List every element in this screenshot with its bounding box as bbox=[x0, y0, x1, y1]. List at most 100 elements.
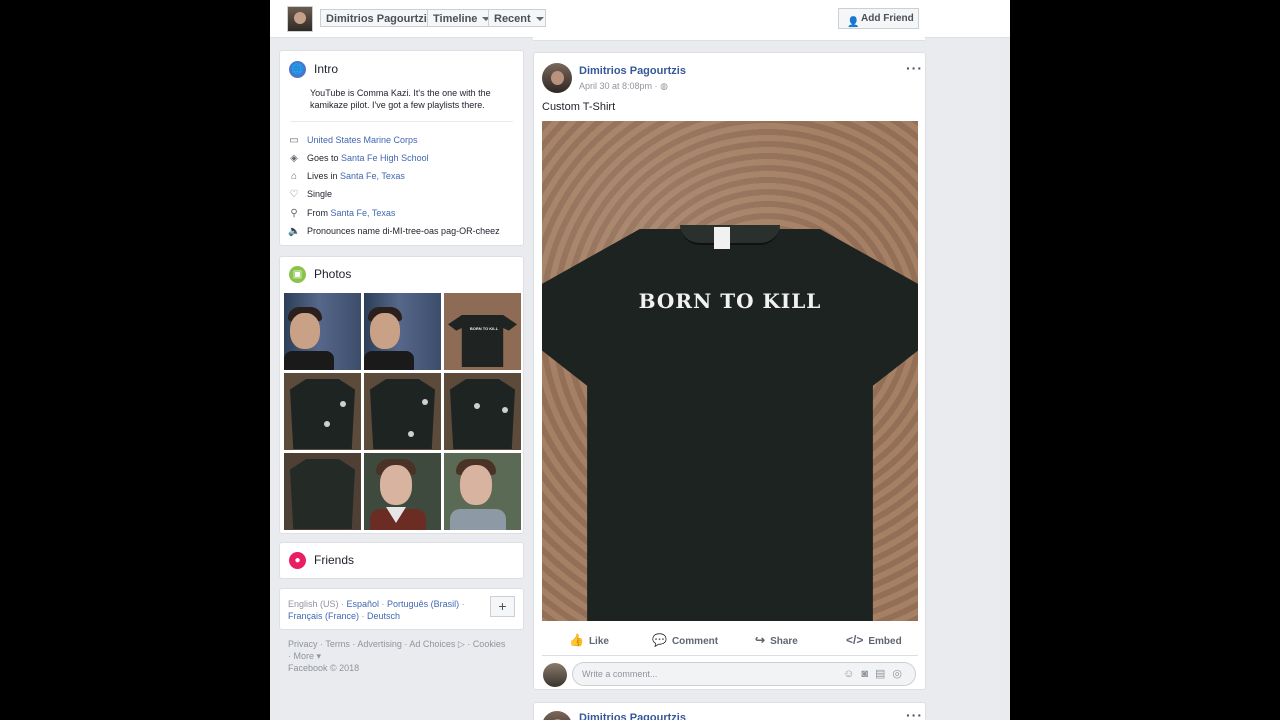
photo-thumbnail[interactable] bbox=[364, 373, 441, 450]
next-post: Dimitrios Pagourtzis ··· bbox=[533, 702, 926, 720]
heart-icon: ♡ bbox=[289, 189, 299, 200]
add-friend-icon: 👤 bbox=[847, 17, 860, 28]
intro-item-work: ▭ United States Marine Corps bbox=[288, 133, 418, 147]
share-label: Share bbox=[770, 636, 798, 647]
comment-composer: Write a comment... ☺◙▤◎ bbox=[542, 655, 918, 690]
code-icon: </> bbox=[846, 633, 864, 647]
intro-item-pronunciation: 🔈 Pronounces name di-MI-tree-oas pag-OR-c… bbox=[288, 226, 500, 237]
more-options-icon[interactable]: ··· bbox=[906, 60, 923, 76]
friends-card: ● Friends bbox=[279, 542, 524, 579]
divider bbox=[290, 121, 513, 122]
like-button[interactable]: 👍 Like bbox=[569, 633, 609, 647]
intro-card: 🌐 Intro YouTube is Comma Kazi. It's the … bbox=[279, 50, 524, 246]
intro-item-lives: ⌂ Lives in Santa Fe, Texas bbox=[288, 169, 405, 183]
post-author-avatar[interactable] bbox=[542, 63, 572, 93]
comment-label: Comment bbox=[671, 636, 719, 647]
photos-card: ▣ Photos BORN TO KILL bbox=[279, 256, 524, 534]
comment-input[interactable]: Write a comment... ☺◙▤◎ bbox=[572, 662, 916, 686]
camera-icon[interactable]: ◙ bbox=[861, 668, 875, 680]
like-label: Like bbox=[588, 636, 609, 647]
shirt-text: BORN TO KILL bbox=[638, 289, 822, 313]
facebook-profile-page: Dimitrios Pagourtzis Timeline Recent 👤 A… bbox=[270, 0, 1010, 720]
sticker-icon[interactable]: ◎ bbox=[892, 668, 909, 680]
photos-icon: ▣ bbox=[289, 266, 306, 283]
post-meta: April 30 at 8:08pm · ◍ bbox=[579, 81, 668, 92]
photo-thumbnail[interactable] bbox=[364, 453, 441, 530]
divider bbox=[533, 37, 925, 41]
comment-tools: ☺◙▤◎ bbox=[843, 663, 909, 685]
gif-icon[interactable]: ▤ bbox=[875, 668, 892, 680]
photo-thumbnail[interactable] bbox=[364, 293, 441, 370]
post-photo[interactable]: BORN TO KILL bbox=[542, 121, 918, 621]
post-author-name[interactable]: Dimitrios Pagourtzis bbox=[579, 65, 686, 77]
comment-button[interactable]: 💬 Comment bbox=[652, 633, 718, 647]
chevron-down-icon bbox=[535, 17, 544, 22]
share-button[interactable]: ↪ Share bbox=[755, 633, 798, 647]
recent-button[interactable]: Recent bbox=[488, 9, 546, 27]
photo-thumbnail[interactable] bbox=[284, 293, 361, 370]
intro-item-from: ⚲ From Santa Fe, Texas bbox=[288, 206, 395, 220]
friends-icon: ● bbox=[289, 552, 306, 569]
profile-header-bar: Dimitrios Pagourtzis Timeline Recent 👤 A… bbox=[270, 0, 1010, 38]
language-espanol[interactable]: Español bbox=[347, 599, 380, 609]
from-link[interactable]: Santa Fe, Texas bbox=[331, 208, 396, 218]
add-friend-label: Add Friend bbox=[861, 13, 914, 24]
briefcase-icon: ▭ bbox=[289, 135, 299, 146]
profile-name-button[interactable]: Dimitrios Pagourtzis bbox=[320, 9, 433, 27]
photo-thumbnail[interactable]: BORN TO KILL bbox=[444, 293, 521, 370]
languages-card: English (US) · Español · Português (Bras… bbox=[279, 588, 524, 630]
tshirt-image bbox=[542, 229, 918, 621]
language-deutsch[interactable]: Deutsch bbox=[367, 611, 400, 621]
footer-links-line1[interactable]: Privacy · Terms · Advertising · Ad Choic… bbox=[288, 638, 528, 650]
language-list: English (US) · Español · Português (Bras… bbox=[288, 599, 465, 621]
share-icon: ↪ bbox=[755, 633, 766, 647]
speaker-icon: 🔈 bbox=[288, 226, 301, 237]
intro-item-relationship: ♡ Single bbox=[289, 189, 333, 200]
thumbnail-shirt-text: BORN TO KILL bbox=[469, 326, 499, 331]
photo-thumbnail[interactable] bbox=[284, 373, 361, 450]
post-author-avatar[interactable] bbox=[542, 711, 572, 720]
intro-title: Intro bbox=[314, 62, 339, 76]
work-link[interactable]: United States Marine Corps bbox=[307, 135, 418, 145]
timeline-label: Timeline bbox=[433, 13, 478, 25]
add-language-button[interactable]: + bbox=[490, 596, 515, 617]
emoji-icon[interactable]: ☺ bbox=[843, 668, 861, 680]
post-date[interactable]: April 30 at 8:08pm · bbox=[579, 81, 658, 91]
timeline-button[interactable]: Timeline bbox=[427, 9, 491, 27]
school-link[interactable]: Santa Fe High School bbox=[341, 153, 429, 163]
globe-icon: ◍ bbox=[660, 81, 668, 91]
recent-label: Recent bbox=[494, 13, 531, 25]
profile-name-label: Dimitrios Pagourtzis bbox=[326, 13, 433, 25]
thumbs-up-icon: 👍 bbox=[569, 633, 584, 647]
footer-copyright: Facebook © 2018 bbox=[288, 663, 360, 673]
language-francais[interactable]: Français (France) bbox=[288, 611, 359, 621]
embed-button[interactable]: </> Embed bbox=[846, 633, 902, 647]
more-options-icon[interactable]: ··· bbox=[906, 707, 923, 720]
intro-description: YouTube is Comma Kazi. It's the one with… bbox=[310, 88, 491, 110]
photo-thumbnail[interactable] bbox=[284, 453, 361, 530]
footer-links-line2[interactable]: · More ▾ bbox=[288, 650, 528, 662]
friends-title[interactable]: Friends bbox=[314, 553, 354, 567]
globe-icon: 🌐 bbox=[289, 61, 306, 78]
photo-thumbnail[interactable] bbox=[444, 453, 521, 530]
language-portugues[interactable]: Português (Brasil) bbox=[387, 599, 459, 609]
photo-thumbnail[interactable] bbox=[444, 373, 521, 450]
profile-avatar-small[interactable] bbox=[287, 6, 313, 32]
post-actions: 👍 Like 💬 Comment ↪ Share </> Embed bbox=[542, 629, 918, 653]
timeline-post: Dimitrios Pagourtzis April 30 at 8:08pm … bbox=[533, 52, 926, 690]
post-text: Custom T-Shirt bbox=[542, 101, 616, 113]
intro-item-school: ◈ Goes to Santa Fe High School bbox=[288, 151, 429, 165]
footer-links: Privacy · Terms · Advertising · Ad Choic… bbox=[288, 638, 528, 674]
graduation-cap-icon: ◈ bbox=[290, 153, 298, 164]
comment-placeholder: Write a comment... bbox=[582, 669, 658, 679]
lives-link[interactable]: Santa Fe, Texas bbox=[340, 171, 405, 181]
comment-icon: 💬 bbox=[652, 633, 667, 647]
embed-label: Embed bbox=[868, 636, 902, 647]
location-pin-icon: ⚲ bbox=[290, 208, 298, 219]
photos-title: Photos bbox=[314, 267, 352, 281]
viewer-avatar bbox=[543, 663, 567, 687]
add-friend-button[interactable]: 👤 Add Friend bbox=[838, 8, 919, 29]
language-english: English (US) bbox=[288, 599, 339, 609]
home-icon: ⌂ bbox=[290, 171, 298, 182]
next-post-author[interactable]: Dimitrios Pagourtzis bbox=[579, 712, 686, 720]
